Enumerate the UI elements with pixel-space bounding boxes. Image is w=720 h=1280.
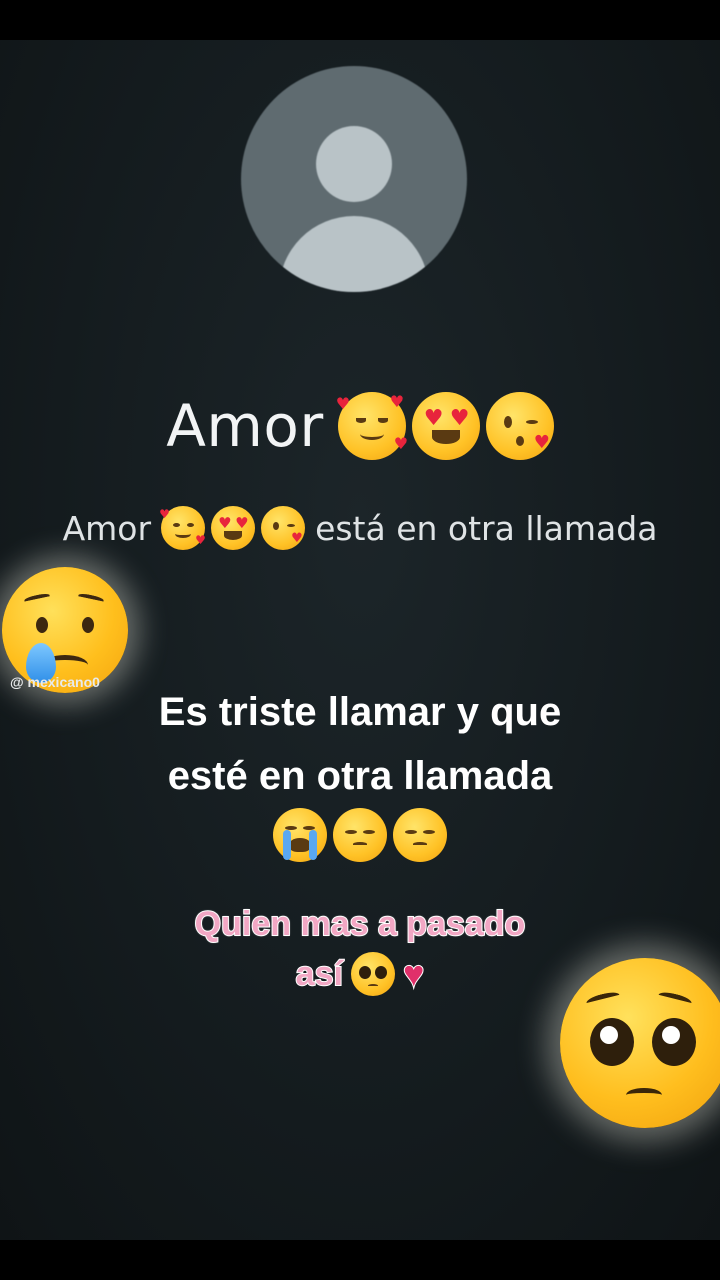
pensive-face-icon <box>333 808 387 862</box>
pink-caption-text: así <box>295 954 344 994</box>
heart-eyes-icon: ♥ ♥ <box>411 392 480 460</box>
contact-name-emojis: ♥ ♥ ♥ ♥ ♥ ♥ <box>336 392 554 460</box>
call-status-text: está en otra llamada <box>315 508 658 548</box>
face-blowing-kiss-icon: ♥ <box>261 506 306 550</box>
caption-line-2: esté en otra llamada <box>167 754 553 798</box>
broken-heart-icon: ♥ <box>402 953 425 994</box>
avatar-head-shape <box>316 126 392 202</box>
caption: Es triste llamar y que esté en otra llam… <box>0 680 720 808</box>
smiling-face-with-hearts-icon: ♥ ♥ ♥ <box>336 392 408 460</box>
caption-emojis <box>0 808 720 862</box>
pleading-face-sticker-icon <box>560 958 720 1128</box>
face-blowing-kiss-icon: ♥ <box>485 392 554 460</box>
status-emojis: ♥ ♥ ♥ ♥ ♥ <box>159 506 306 550</box>
status-contact-name: Amor <box>62 508 152 548</box>
call-screen: Amor ♥ ♥ ♥ ♥ ♥ ♥ Amor ♥ ♥ ♥ ♥ ♥ está en … <box>0 40 720 1240</box>
pensive-face-icon <box>393 808 447 862</box>
heart-eyes-icon: ♥ ♥ <box>211 506 256 550</box>
smiling-face-with-hearts-icon: ♥ ♥ <box>159 506 206 550</box>
contact-avatar <box>241 66 467 292</box>
loudly-crying-icon <box>273 808 327 862</box>
caption-line-1: Es triste llamar y que <box>158 690 562 734</box>
avatar-body-shape <box>279 216 429 292</box>
call-status-row: Amor ♥ ♥ ♥ ♥ ♥ está en otra llamada <box>0 506 720 550</box>
contact-name-row: Amor ♥ ♥ ♥ ♥ ♥ ♥ <box>0 392 720 460</box>
pleading-face-icon <box>350 952 395 996</box>
pink-caption-line-1: Quien mas a pasado <box>194 904 527 944</box>
contact-name: Amor <box>166 392 324 460</box>
